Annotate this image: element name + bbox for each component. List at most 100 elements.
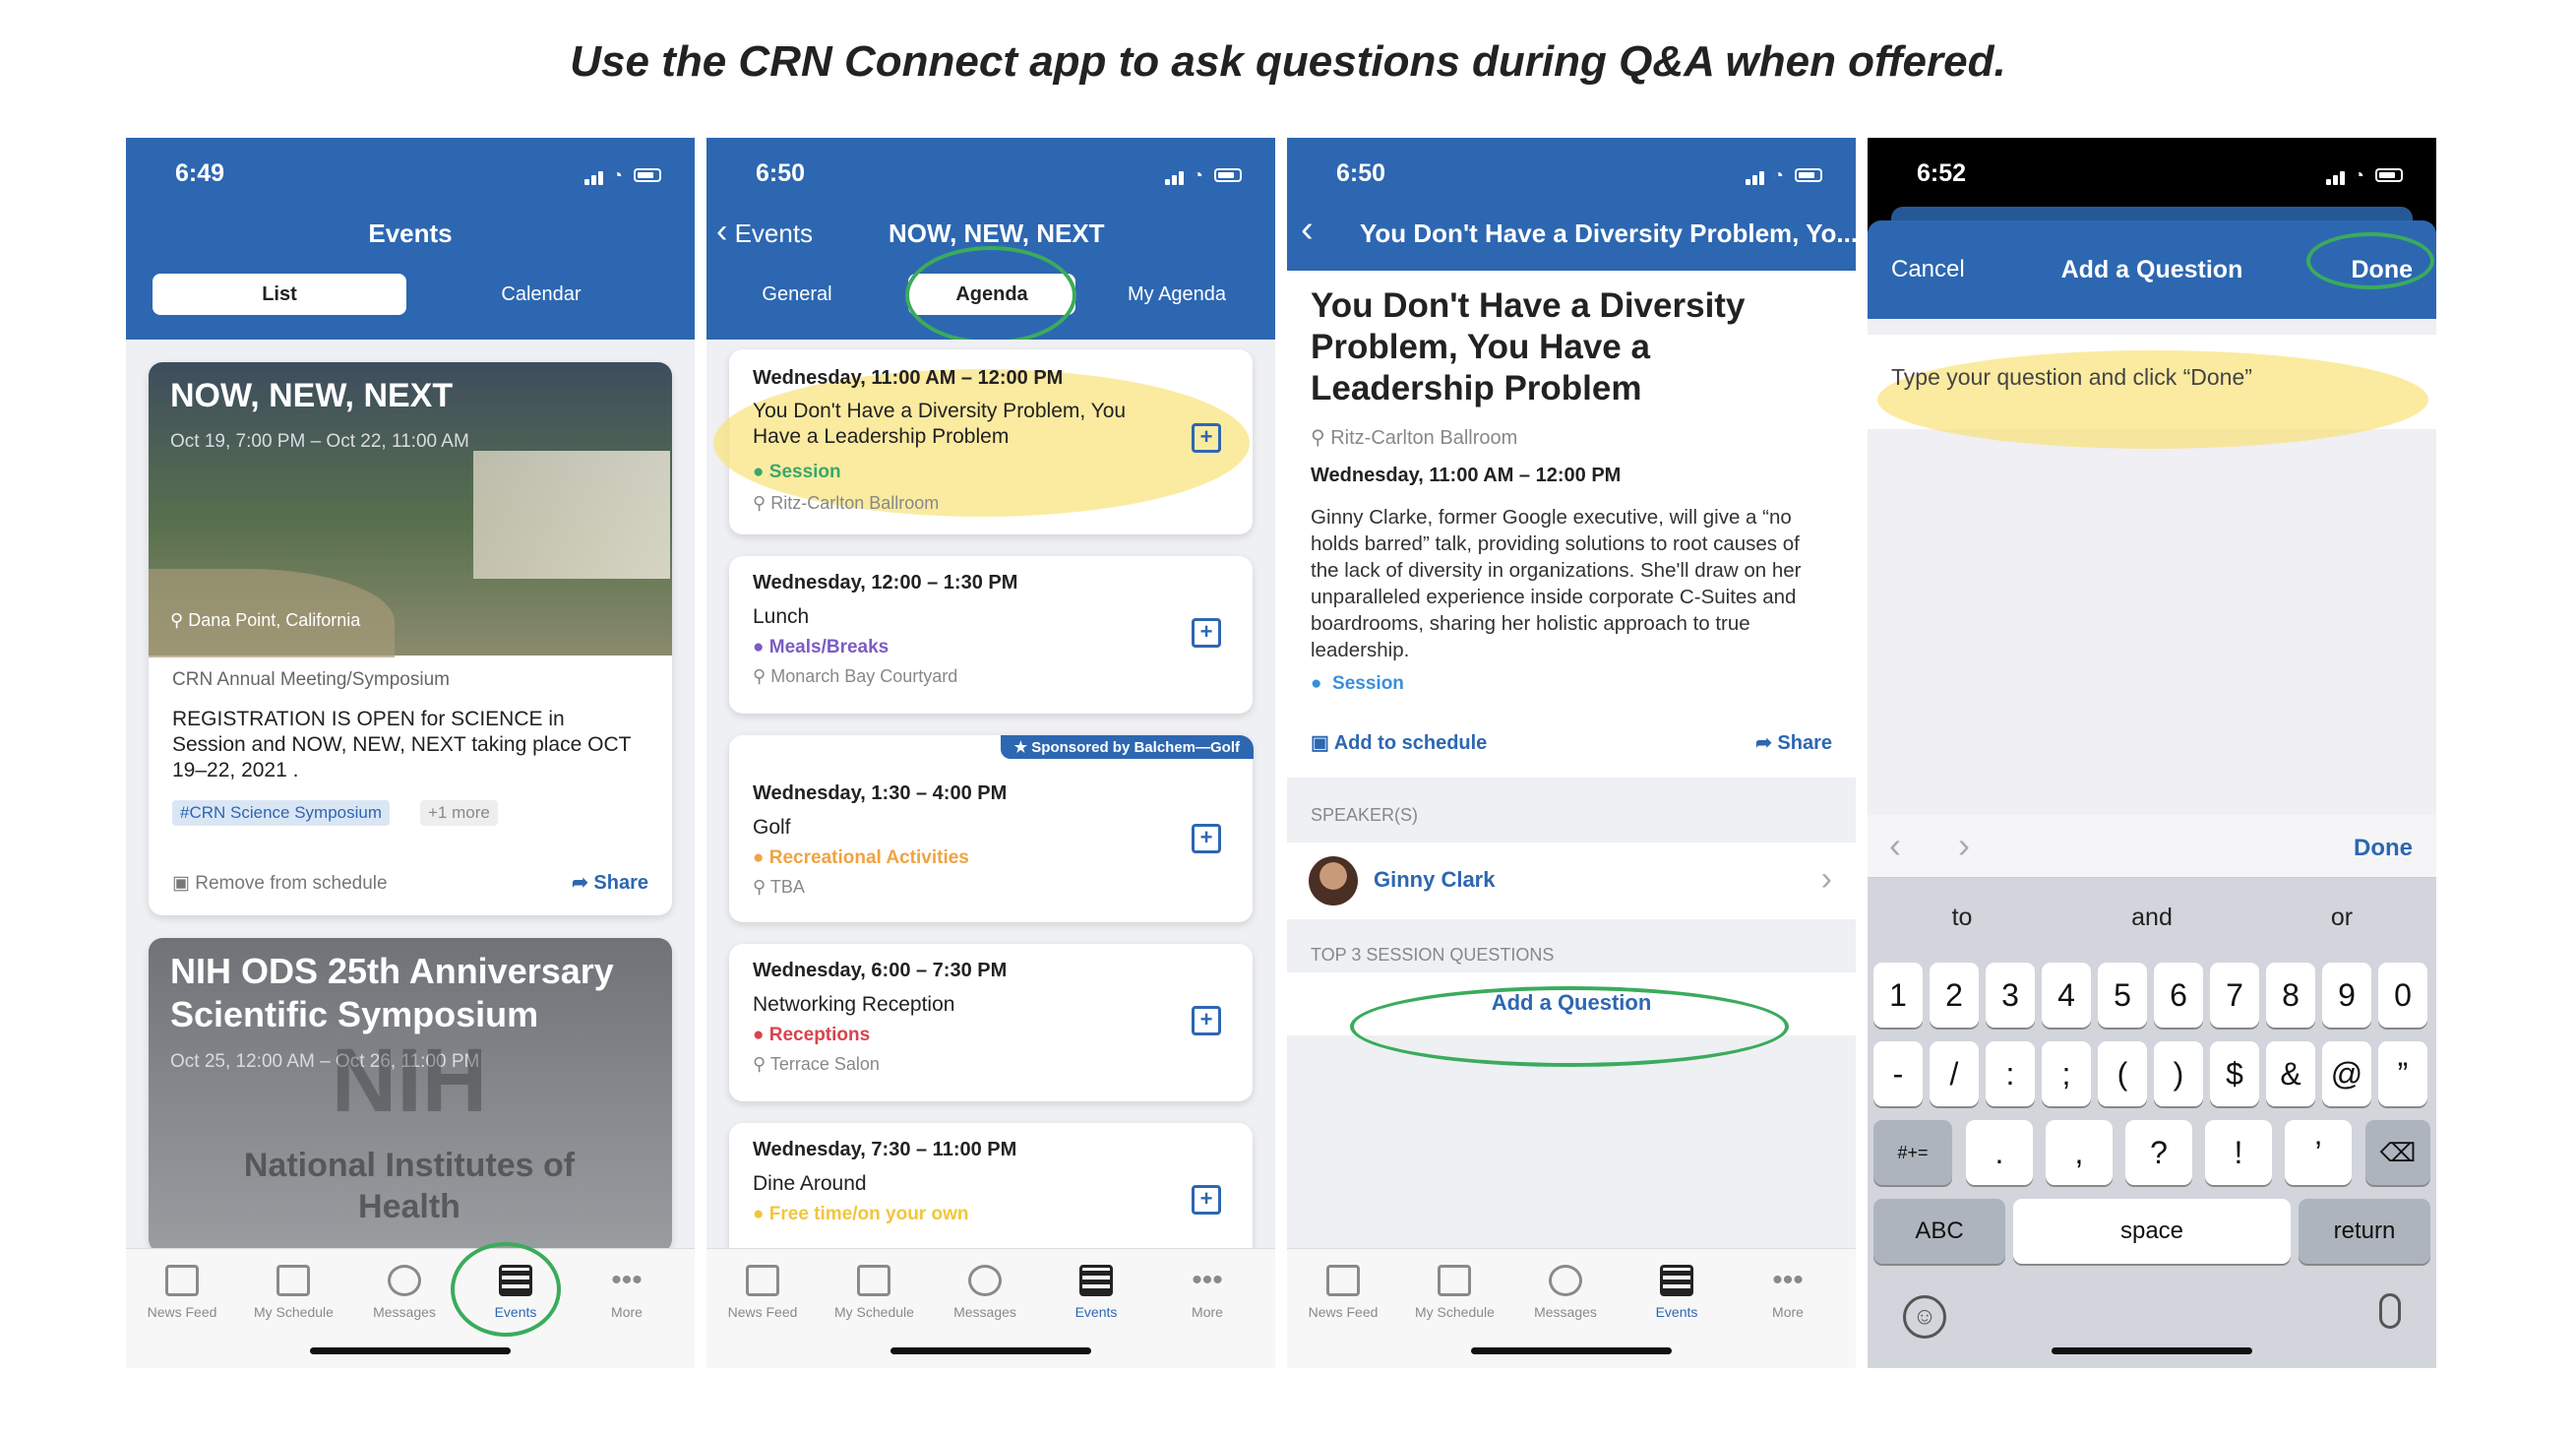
tab-messages[interactable]: Messages [365,1265,444,1320]
suggestion-and[interactable]: and [2057,904,2246,932]
avatar [1309,856,1358,906]
speaker-row[interactable]: Ginny Clark › [1287,843,1856,919]
add-to-schedule-icon[interactable]: + [1192,1185,1221,1215]
key-1[interactable]: 1 [1873,963,1923,1028]
tab-more[interactable]: ••• More [1748,1265,1827,1321]
key-8[interactable]: 8 [2266,963,2315,1028]
key-comma[interactable]: , [2046,1120,2113,1185]
tab-list[interactable]: List [153,274,406,315]
tab-messages[interactable]: Messages [1526,1265,1605,1320]
key-ampersand[interactable]: & [2266,1041,2315,1106]
key-dollar[interactable]: $ [2210,1041,2259,1106]
add-question-circle [1350,986,1789,1067]
backspace-icon[interactable]: ⌫ [2365,1120,2430,1185]
event-card-now-new-next[interactable]: NOW, NEW, NEXT Oct 19, 7:00 PM – Oct 22,… [149,362,672,915]
key-3[interactable]: 3 [1986,963,2035,1028]
share-button[interactable]: ➦ Share [1755,730,1832,755]
add-to-schedule-icon[interactable]: + [1192,1006,1221,1035]
key-close-paren[interactable]: ) [2154,1041,2203,1106]
events-icon [1660,1265,1693,1296]
question-placeholder: Type your question and click “Done” [1891,364,2252,390]
key-semicolon[interactable]: ; [2042,1041,2091,1106]
key-space[interactable]: space [2013,1199,2291,1264]
key-period[interactable]: . [1966,1120,2033,1185]
key-apostrophe[interactable]: ’ [2285,1120,2352,1185]
agenda-item-lunch[interactable]: Wednesday, 12:00 – 1:30 PM Lunch ● Meals… [729,556,1253,714]
tab-news-feed[interactable]: News Feed [143,1265,221,1320]
suggestion-or[interactable]: or [2247,904,2436,932]
tab-news-feed[interactable]: News Feed [1304,1265,1382,1320]
agenda-item-session[interactable]: Wednesday, 11:00 AM – 12:00 PM You Don't… [713,349,1253,534]
pin-icon: ⚲ [753,1054,767,1074]
events-list: NOW, NEW, NEXT Oct 19, 7:00 PM – Oct 22,… [126,340,695,1253]
session-description: Ginny Clarke, former Google executive, w… [1311,506,1802,661]
type-dot: ● [753,462,765,482]
tab-messages[interactable]: Messages [946,1265,1024,1320]
tab-my-agenda[interactable]: My Agenda [1098,274,1256,315]
key-6[interactable]: 6 [2154,963,2203,1028]
tab-events[interactable]: Events [1057,1265,1135,1320]
agenda-item-golf[interactable]: ★ Sponsored by Balchem—Golf Wednesday, 1… [729,735,1254,922]
more-tags[interactable]: +1 more [420,800,498,826]
nih-logo-text: National Institutes of Health [243,1147,576,1225]
key-0[interactable]: 0 [2378,963,2427,1028]
key-9[interactable]: 9 [2322,963,2371,1028]
key-quote[interactable]: ” [2378,1041,2427,1106]
suggestion-to[interactable]: to [1868,904,2056,932]
agenda-item-dine-around[interactable]: Wednesday, 7:30 – 11:00 PM Dine Around ●… [729,1123,1253,1261]
events-header: 6:49 ◔ Events List Calendar [126,138,695,340]
key-colon[interactable]: : [1986,1041,2035,1106]
next-arrow-icon[interactable]: › [1958,825,1970,866]
tab-calendar[interactable]: Calendar [414,274,668,315]
item-title: You Don't Have a Diversity Problem, You … [753,400,1127,448]
messages-icon [1549,1265,1582,1296]
item-location: ⚲ TBA [753,877,805,897]
key-open-paren[interactable]: ( [2098,1041,2147,1106]
add-to-schedule-button[interactable]: ▣ Add to schedule [1311,730,1487,755]
item-type: ● Receptions [753,1025,871,1045]
tab-news-feed[interactable]: News Feed [723,1265,802,1320]
wifi-icon: ◔ [1193,165,1203,185]
share-button[interactable]: ➦ Share [572,870,648,895]
add-to-schedule-icon[interactable]: + [1192,618,1221,648]
key-7[interactable]: 7 [2210,963,2259,1028]
key-4[interactable]: 4 [2042,963,2091,1028]
tab-my-schedule[interactable]: My Schedule [834,1265,914,1320]
key-at[interactable]: @ [2322,1041,2371,1106]
emoji-icon[interactable]: ☺ [1903,1295,1946,1339]
sponsor-badge: ★ Sponsored by Balchem—Golf [1000,735,1254,759]
tab-more[interactable]: ••• More [1168,1265,1247,1321]
speakers-heading: SPEAKER(S) [1311,805,1419,825]
key-2[interactable]: 2 [1930,963,1979,1028]
event-card-nih[interactable]: NIH ODS 25th Anniversary Scientific Symp… [149,938,672,1253]
event-title: NOW, NEW, NEXT [170,377,454,414]
key-exclamation[interactable]: ! [2205,1120,2272,1185]
pin-icon: ⚲ [1311,427,1325,449]
key-slash[interactable]: / [1930,1041,1979,1106]
remove-from-schedule-button[interactable]: ▣ Remove from schedule [172,872,388,895]
done-circle [2306,232,2434,289]
tab-general[interactable]: General [718,274,876,315]
key-dash[interactable]: - [1873,1041,1923,1106]
key-question[interactable]: ? [2125,1120,2192,1185]
key-5[interactable]: 5 [2098,963,2147,1028]
microphone-icon[interactable] [2379,1293,2401,1329]
prev-arrow-icon[interactable]: ‹ [1889,825,1901,866]
agenda-list: Wednesday, 11:00 AM – 12:00 PM You Don't… [706,340,1275,1261]
back-chevron-icon[interactable]: ‹ [1301,211,1314,248]
back-button[interactable]: ‹ Events [716,215,813,249]
key-abc[interactable]: ABC [1873,1199,2005,1264]
event-tag[interactable]: #CRN Science Symposium [172,800,391,826]
tab-events[interactable]: Events [1637,1265,1716,1320]
toolbar-done-button[interactable]: Done [2354,835,2413,862]
add-to-schedule-icon[interactable]: + [1192,824,1221,853]
add-to-schedule-icon[interactable]: + [1192,423,1221,453]
tab-my-schedule[interactable]: My Schedule [1415,1265,1495,1320]
tab-my-schedule[interactable]: My Schedule [254,1265,334,1320]
agenda-item-reception[interactable]: Wednesday, 6:00 – 7:30 PM Networking Rec… [729,944,1253,1101]
news-feed-icon [1326,1265,1360,1296]
question-input[interactable]: Type your question and click “Done” [1868,335,2436,449]
key-return[interactable]: return [2299,1199,2430,1264]
tab-more[interactable]: ••• More [587,1265,666,1321]
key-symbols[interactable]: #+= [1873,1120,1952,1185]
